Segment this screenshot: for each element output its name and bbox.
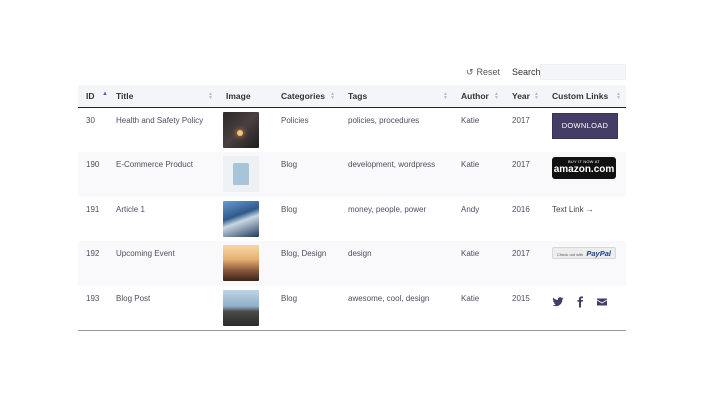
cell-year: 2015 [512, 293, 530, 303]
sort-arrows-icon: ▲ ▼ [208, 91, 213, 101]
cell-tags: development, wordpress [340, 152, 453, 197]
cell-id: 191 [86, 204, 100, 214]
cell-year: 2017 [504, 241, 544, 286]
column-header-id[interactable]: ID ▲ [78, 85, 108, 108]
cell-custom-links: Text Link → [544, 197, 626, 242]
cell-title: Upcoming Event [108, 241, 218, 286]
download-button[interactable]: DOWNLOAD [552, 113, 618, 139]
posts-table: ID ▲ Title ▲ ▼ Image Categories ▲ ▼ Tags ▲… [78, 85, 626, 331]
sort-arrows-icon: ▲ ▼ [330, 91, 335, 101]
social-links [552, 296, 626, 308]
cell-image [218, 241, 273, 286]
paypal-button[interactable]: Check out with PayPal [552, 247, 616, 260]
facebook-icon[interactable] [574, 296, 586, 308]
cell-year: 2017 [512, 116, 530, 125]
cell-image [218, 197, 273, 242]
column-header-author[interactable]: Author ▲ ▼ [453, 85, 504, 108]
cell-categories: Blog [273, 152, 340, 197]
cell-id: 190 [78, 152, 108, 197]
cell-tags: awesome, cool, design [348, 293, 430, 303]
cell-categories: Blog [281, 204, 298, 214]
cell-categories: Blog, Design [273, 241, 340, 286]
column-header-year[interactable]: Year ▲ ▼ [504, 85, 544, 108]
paypal-caption: Check out with [557, 252, 584, 258]
cell-author: Katie [461, 116, 480, 125]
pier-photo[interactable] [223, 289, 259, 326]
reset-button[interactable]: ↺ Reset [466, 67, 500, 77]
cell-year: 2016 [512, 204, 530, 214]
amazon-button[interactable]: BUY IT NOW AT amazon.com [552, 157, 616, 180]
column-header-title[interactable]: Title ▲ ▼ [108, 85, 218, 108]
cell-tags: money, people, power [348, 204, 427, 214]
cell-title: Article 1 [116, 204, 145, 214]
sunset-people-photo[interactable] [223, 245, 259, 282]
cell-id: 192 [78, 241, 108, 286]
cell-author: Katie [453, 152, 504, 197]
amazon-logo: amazon.com [553, 164, 615, 176]
table-row: 191 Article 1 Blog money, people, power … [78, 197, 626, 242]
cell-categories: Policies [281, 116, 309, 125]
sort-arrows-icon: ▲ ▼ [443, 91, 448, 101]
reset-icon: ↺ [466, 66, 474, 77]
search-input[interactable] [540, 64, 626, 80]
table-header-row: ID ▲ Title ▲ ▼ Image Categories ▲ ▼ Tags ▲… [78, 85, 626, 108]
cell-title: Blog Post [116, 293, 151, 303]
cell-categories: Blog [281, 293, 298, 303]
cell-custom-links: BUY IT NOW AT amazon.com [544, 152, 626, 197]
column-header-custom-links[interactable]: Custom Links ▲ ▼ [544, 85, 626, 108]
table-toolbar: ↺ Reset Search: [78, 64, 626, 80]
column-header-image: Image [218, 85, 273, 108]
cell-id: 30 [86, 116, 95, 125]
column-header-tags[interactable]: Tags ▲ ▼ [340, 85, 453, 108]
cell-tags: policies, procedures [348, 116, 420, 125]
sort-arrows-icon: ▲ ▼ [494, 91, 499, 101]
aerial-photo[interactable] [223, 200, 259, 237]
cell-author: Andy [461, 204, 480, 214]
reset-label: Reset [476, 67, 501, 77]
cell-custom-links: Check out with PayPal [544, 241, 626, 286]
table-row: 193 Blog Post Blog awesome, cool, design… [78, 286, 626, 331]
cell-title: Health and Safety Policy [116, 116, 204, 125]
cell-custom-links: DOWNLOAD [544, 108, 626, 153]
cell-image [218, 152, 273, 197]
sort-arrows-icon: ▲ ▼ [534, 91, 539, 101]
candle-photo[interactable] [223, 112, 259, 148]
sort-arrows-icon: ▲ ▼ [616, 91, 621, 101]
tshirt-photo[interactable] [223, 156, 259, 193]
cell-author: Katie [461, 293, 480, 303]
search-label: Search: [512, 67, 544, 77]
column-header-categories[interactable]: Categories ▲ ▼ [273, 85, 340, 108]
paypal-logo: PayPal [586, 249, 611, 259]
cell-custom-links [544, 286, 626, 331]
table-row: 190 E-Commerce Product Blog development,… [78, 152, 626, 197]
cell-title: E-Commerce Product [108, 152, 218, 197]
cell-author: Katie [453, 241, 504, 286]
table-row: 30 Health and Safety Policy Policies pol… [78, 108, 626, 153]
email-icon[interactable] [596, 296, 608, 308]
table-row: 192 Upcoming Event Blog, Design design K… [78, 241, 626, 286]
cell-image [218, 286, 273, 331]
text-link[interactable]: Text Link → [552, 205, 594, 214]
twitter-icon[interactable] [552, 296, 564, 308]
cell-image [218, 108, 273, 153]
cell-tags: design [340, 241, 453, 286]
cell-year: 2017 [504, 152, 544, 197]
cell-id: 193 [86, 293, 100, 303]
